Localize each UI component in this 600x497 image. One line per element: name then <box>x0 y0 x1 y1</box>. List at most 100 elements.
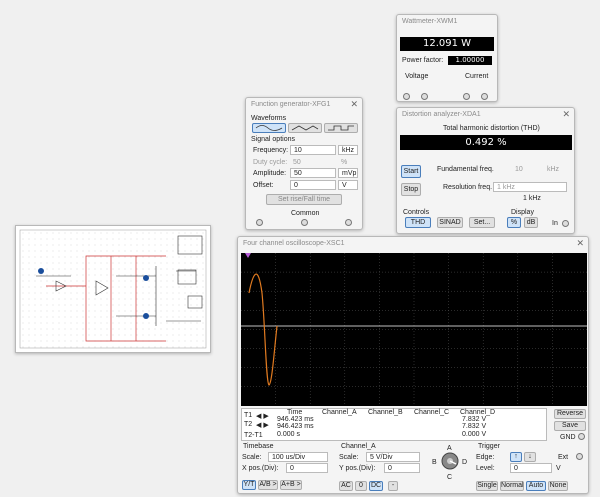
square-wave-button[interactable] <box>324 123 358 133</box>
voltage-minus-terminal[interactable] <box>421 93 428 100</box>
oscilloscope-screen[interactable] <box>241 253 587 406</box>
reverse-button[interactable]: Reverse <box>554 409 586 419</box>
single-button[interactable]: Single <box>476 481 498 491</box>
timebase-scale-label: Scale: <box>242 454 262 461</box>
timebase-scale-input[interactable]: 100 us/Div <box>268 452 328 462</box>
none-button[interactable]: None <box>548 481 568 491</box>
duty-cycle-unit: % <box>341 159 348 166</box>
wattmeter-window[interactable]: Wattmeter-XWM1 12.091 W Power factor: 1.… <box>396 14 498 102</box>
wattmeter-title-bar[interactable]: Wattmeter-XWM1 <box>397 15 497 28</box>
duty-cycle-value: 50 <box>293 159 301 166</box>
start-button[interactable]: Start <box>401 165 421 178</box>
rising-edge-button[interactable]: ↑ <box>510 452 522 462</box>
t1-arrows[interactable]: ◀ ▶ <box>256 412 269 420</box>
ac-button[interactable]: AC <box>339 481 353 491</box>
oscilloscope-window[interactable]: Four channel oscilloscope-XSC1 ✕ T1 ◀ ▶ T… <box>237 236 589 494</box>
fg-minus-terminal[interactable] <box>345 219 352 226</box>
ab-button[interactable]: A/B > <box>258 480 278 490</box>
a-plus-b-button[interactable]: A+B > <box>280 480 302 490</box>
frequency-unit[interactable]: kHz <box>338 145 358 155</box>
close-icon[interactable]: ✕ <box>562 108 570 121</box>
header-channel-a: Channel_A <box>322 409 357 416</box>
knob-d-label: D <box>462 459 468 466</box>
ext-label: Ext <box>558 454 569 461</box>
da-title-bar[interactable]: Distortion analyzer-XDA1 ✕ <box>397 108 574 121</box>
power-factor-label: Power factor: <box>402 57 444 64</box>
header-channel-d: Channel_D <box>460 409 496 416</box>
knob-c-label: C <box>447 474 453 481</box>
in-terminal[interactable] <box>562 220 569 227</box>
triangle-icon <box>291 125 319 131</box>
thd-button[interactable]: THD <box>405 217 431 228</box>
voltage-plus-terminal[interactable] <box>403 93 410 100</box>
resolution-freq-select[interactable]: 1 kHz <box>493 182 567 192</box>
db-button[interactable]: dB <box>524 217 538 228</box>
current-minus-terminal[interactable] <box>481 93 488 100</box>
fg-common-terminal[interactable] <box>301 219 308 226</box>
auto-button[interactable]: Auto <box>526 481 546 491</box>
waveforms-label: Waveforms <box>251 115 287 122</box>
frequency-input[interactable]: 10 <box>290 145 336 155</box>
sine-icon <box>255 125 283 131</box>
header-channel-b: Channel_B <box>368 409 403 416</box>
ext-terminal[interactable] <box>576 453 583 460</box>
knob-b-label: B <box>432 459 437 466</box>
power-factor-value: 1.00000 <box>448 56 492 65</box>
level-unit: V <box>556 465 561 472</box>
save-button[interactable]: Save <box>554 421 586 431</box>
amplitude-label: Amplitude: <box>253 170 287 177</box>
fg-plus-terminal[interactable] <box>256 219 263 226</box>
stop-button[interactable]: Stop <box>401 183 421 196</box>
fundamental-freq-unit: kHz <box>547 166 560 173</box>
gnd-terminal[interactable] <box>578 433 585 440</box>
zero-button[interactable]: 0 <box>355 481 367 491</box>
set-rise-fall-button[interactable]: Set rise/Fall time <box>266 194 342 205</box>
offset-label: Offset: <box>253 182 274 189</box>
gnd-label: GND <box>560 434 576 441</box>
minus-button[interactable]: - <box>388 481 398 491</box>
dc-button[interactable]: DC <box>369 481 383 491</box>
dt-channel-d: 0.000 V <box>462 431 487 438</box>
falling-edge-button[interactable]: ↓ <box>524 452 536 462</box>
sinad-button[interactable]: SINAD <box>437 217 463 228</box>
offset-unit[interactable]: V <box>338 180 358 190</box>
level-label: Level: <box>476 465 495 472</box>
fg-title-bar[interactable]: Function generator-XFG1 ✕ <box>246 98 362 111</box>
amplitude-unit[interactable]: mVp <box>338 168 358 178</box>
close-icon[interactable]: ✕ <box>350 98 358 111</box>
yt-button[interactable]: Y/T <box>242 480 256 490</box>
header-time: Time <box>287 409 303 416</box>
schematic-preview[interactable] <box>15 225 211 353</box>
y-pos-input[interactable]: 0 <box>384 463 420 473</box>
fundamental-freq-label: Fundamental freq. <box>437 166 494 173</box>
schematic-diagram <box>19 229 207 349</box>
normal-button[interactable]: Normal <box>500 481 524 491</box>
offset-input[interactable]: 0 <box>290 180 336 190</box>
osc-title-bar[interactable]: Four channel oscilloscope-XSC1 ✕ <box>238 237 588 250</box>
level-input[interactable]: 0 <box>510 463 552 473</box>
set-button[interactable]: Set... <box>469 217 495 228</box>
duty-cycle-label: Duty cycle: <box>253 159 288 166</box>
distortion-analyzer-window[interactable]: Distortion analyzer-XDA1 ✕ Total harmonic… <box>396 107 575 234</box>
channel-scale-input[interactable]: 5 V/Div <box>366 452 420 462</box>
resolution-freq-label: Resolution freq. <box>443 184 493 191</box>
percent-button[interactable]: % <box>507 217 521 228</box>
voltage-label: Voltage <box>405 73 429 80</box>
t2-t1-label: T2-T1 <box>244 432 263 439</box>
channel-scale-label: Scale: <box>339 454 359 461</box>
osc-title: Four channel oscilloscope-XSC1 <box>243 240 345 247</box>
common-label: Common <box>291 210 320 217</box>
thd-title: Total harmonic distortion (THD) <box>443 125 540 132</box>
t1-channel-d: 7.832 V <box>462 416 487 423</box>
signal-options-label: Signal options <box>251 136 295 143</box>
triangle-wave-button[interactable] <box>288 123 322 133</box>
t2-time: 946.423 ms <box>277 423 314 430</box>
amplitude-input[interactable]: 50 <box>290 168 336 178</box>
x-pos-input[interactable]: 0 <box>286 463 328 473</box>
t2-arrows[interactable]: ◀ ▶ <box>256 421 269 429</box>
current-plus-terminal[interactable] <box>463 93 470 100</box>
close-icon[interactable]: ✕ <box>576 237 584 250</box>
function-generator-window[interactable]: Function generator-XFG1 ✕ Waveforms Signa… <box>245 97 363 230</box>
sine-wave-button[interactable] <box>252 123 286 133</box>
channel-select-knob[interactable] <box>440 451 460 471</box>
